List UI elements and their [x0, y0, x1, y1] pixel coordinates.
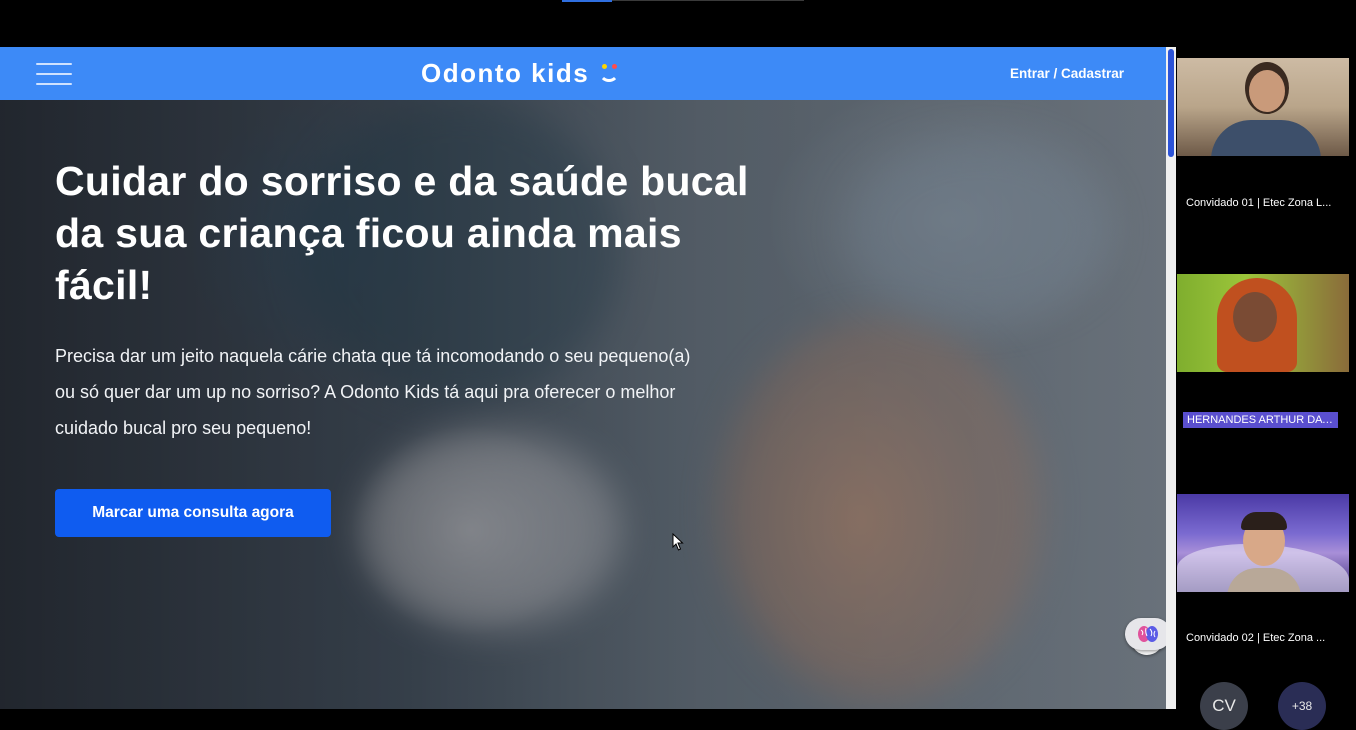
more-participants-button[interactable]: +38 [1278, 682, 1326, 730]
hero-section: Cuidar do sorriso e da saúde bucal da su… [0, 100, 1166, 709]
meeting-top-bar [0, 0, 1356, 47]
brand-name: Odonto kids [421, 57, 590, 88]
screen-share-indicator [562, 0, 612, 2]
login-signup-link[interactable]: Entrar / Cadastrar [1010, 66, 1124, 81]
page-scrollbar[interactable] [1166, 47, 1176, 709]
participant-video-3[interactable] [1177, 494, 1349, 592]
smile-logo-icon [597, 60, 623, 86]
hero-subtext: Precisa dar um jeito naquela cárie chata… [55, 346, 691, 438]
hamburger-menu-icon[interactable] [36, 60, 72, 88]
brain-icon[interactable] [1125, 618, 1166, 650]
participant-video-2[interactable] [1177, 274, 1349, 372]
site-logo[interactable]: Odonto kids [421, 56, 623, 90]
shared-screen: Odonto kids Entrar / Cadastrar Cuidar do… [0, 47, 1166, 709]
participant-name-2: HERNANDES ARTHUR DA ... [1183, 412, 1338, 428]
participant-name-1: Convidado 01 | Etec Zona L... [1186, 197, 1332, 209]
participant-name-3: Convidado 02 | Etec Zona ... [1186, 632, 1326, 644]
participant-video-1[interactable] [1177, 58, 1349, 156]
participant-avatar[interactable]: CV [1200, 682, 1248, 730]
scrollbar-thumb[interactable] [1168, 49, 1174, 157]
participants-panel: Convidado 01 | Etec Zona L... HERNANDES … [1176, 47, 1356, 730]
mouse-cursor-icon [672, 533, 684, 551]
site-header: Odonto kids Entrar / Cadastrar [0, 47, 1166, 100]
book-appointment-button[interactable]: Marcar uma consulta agora [55, 489, 331, 537]
hero-headline: Cuidar do sorriso e da saúde bucal da su… [55, 158, 749, 308]
screen-share-track [612, 0, 804, 1]
